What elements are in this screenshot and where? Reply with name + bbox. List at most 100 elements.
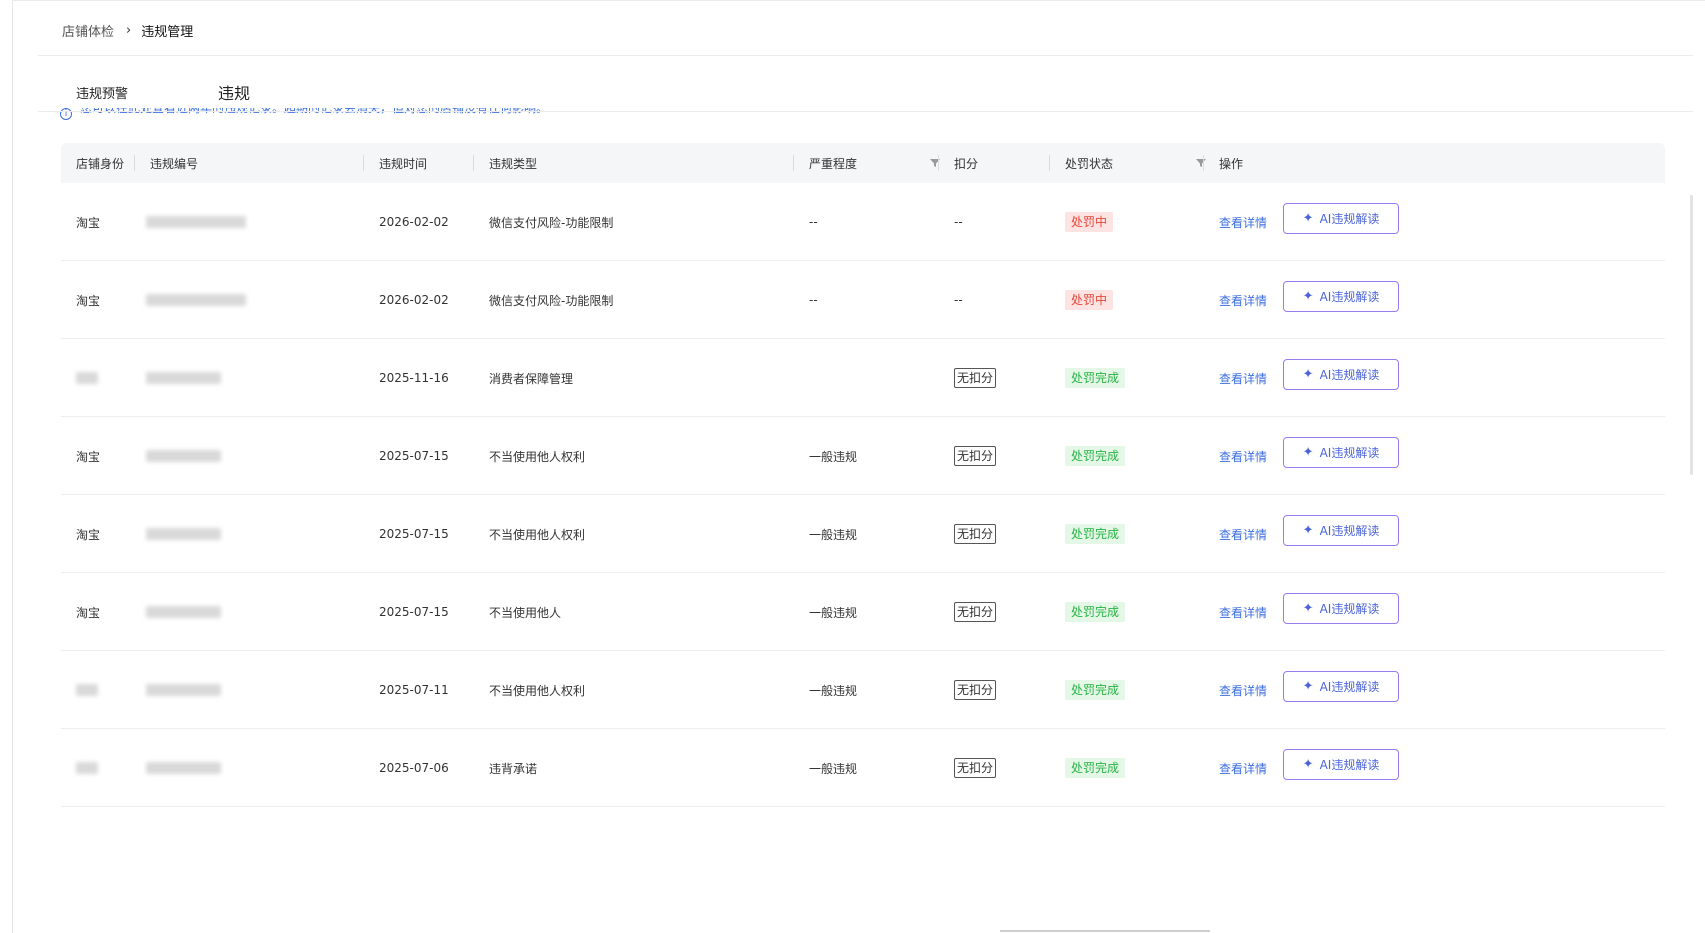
cell-type: 不当使用他人权利 bbox=[489, 449, 586, 464]
ai-interpret-button[interactable]: ✦ AI违规解读 bbox=[1283, 671, 1399, 702]
cell-type: 不当使用他人权利 bbox=[489, 527, 586, 542]
cell-violation-id bbox=[146, 261, 246, 339]
cell-shop: 淘宝 bbox=[76, 527, 101, 542]
ai-interpret-button[interactable]: ✦ AI违规解读 bbox=[1283, 593, 1399, 624]
view-detail-link[interactable]: 查看详情 bbox=[1219, 448, 1267, 465]
column-header-severity: 严重程度 bbox=[793, 143, 857, 183]
cell-severity: 一般违规 bbox=[809, 605, 858, 620]
cell-violation-id bbox=[146, 651, 221, 729]
vertical-scrollbar[interactable] bbox=[1690, 195, 1693, 475]
cell-time: 2026-02-02 bbox=[379, 293, 449, 307]
sparkle-icon: ✦ bbox=[1302, 523, 1314, 538]
view-detail-link[interactable]: 查看详情 bbox=[1219, 682, 1267, 699]
cell-violation-id bbox=[146, 573, 221, 651]
cell-deduction: 无扣分 bbox=[954, 417, 997, 495]
notice-banner: i 您可以在此处查看近两年的违规记录。超期的记录会消失，但对您的店铺没有任何影响… bbox=[60, 108, 548, 120]
cell-time: 2026-02-02 bbox=[379, 215, 449, 229]
ai-button-label: AI违规解读 bbox=[1319, 212, 1380, 226]
cell-deduction: -- bbox=[954, 293, 963, 307]
no-deduction-badge: 无扣分 bbox=[954, 368, 997, 388]
cell-violation-id bbox=[146, 495, 221, 573]
ai-interpret-button[interactable]: ✦ AI违规解读 bbox=[1283, 281, 1399, 312]
cell-status: 处罚完成 bbox=[1065, 573, 1126, 651]
column-header-time: 违规时间 bbox=[363, 143, 427, 183]
breadcrumb-current: 违规管理 bbox=[141, 24, 194, 40]
view-detail-link[interactable]: 查看详情 bbox=[1219, 292, 1267, 309]
ai-interpret-button[interactable]: ✦ AI违规解读 bbox=[1283, 515, 1399, 546]
cell-severity: 一般违规 bbox=[809, 449, 858, 464]
view-detail-link[interactable]: 查看详情 bbox=[1219, 760, 1267, 777]
breadcrumb-link-shop-check[interactable]: 店铺体检 bbox=[62, 21, 114, 40]
top-border bbox=[12, 0, 1705, 1]
ai-interpret-button[interactable]: ✦ AI违规解读 bbox=[1283, 437, 1399, 468]
cell-deduction: 无扣分 bbox=[954, 651, 997, 729]
redacted-id bbox=[146, 684, 221, 696]
view-detail-link[interactable]: 查看详情 bbox=[1219, 604, 1267, 621]
redacted-shop bbox=[76, 684, 98, 696]
cell-shop: 淘宝 bbox=[76, 605, 101, 620]
table-row: 淘宝 2025-07-15 不当使用他人 一般违规 无扣分 处罚完成 查看详情 ✦ AI违规解读 bbox=[61, 573, 1665, 651]
sparkle-icon: ✦ bbox=[1302, 679, 1314, 694]
table-row: 2025-11-16 消费者保障管理 无扣分 处罚完成 查看详情 ✦ AI违规解读 bbox=[61, 339, 1665, 417]
notice-text: 您可以在此处查看近两年的违规记录。超期的记录会消失，但对您的店铺没有任何影响。 bbox=[80, 108, 549, 115]
ai-interpret-button[interactable]: ✦ AI违规解读 bbox=[1283, 359, 1399, 390]
left-border bbox=[12, 0, 13, 933]
column-header-shop: 店铺身份 bbox=[76, 156, 125, 171]
ai-button-label: AI违规解读 bbox=[1319, 524, 1380, 538]
cell-actions: 查看详情 bbox=[1219, 651, 1267, 729]
view-detail-link[interactable]: 查看详情 bbox=[1219, 370, 1267, 387]
cell-time: 2025-07-15 bbox=[379, 449, 449, 463]
cell-status: 处罚完成 bbox=[1065, 417, 1126, 495]
cell-shop bbox=[76, 651, 98, 729]
table-row: 淘宝 2025-07-15 不当使用他人权利 一般违规 无扣分 处罚完成 查看详情 ✦ AI违规… bbox=[61, 495, 1665, 573]
table-row: 淘宝 2026-02-02 微信支付风险-功能限制 -- -- 处罚中 查看详情 ✦ AI违规解… bbox=[61, 183, 1665, 261]
view-detail-link[interactable]: 查看详情 bbox=[1219, 214, 1267, 231]
status-badge: 处罚中 bbox=[1065, 212, 1114, 232]
ai-interpret-button[interactable]: ✦ AI违规解读 bbox=[1283, 203, 1399, 234]
tab-violation-warning[interactable]: 违规预警 bbox=[76, 83, 128, 104]
cell-shop bbox=[76, 729, 98, 807]
redacted-id bbox=[146, 294, 246, 306]
cell-status: 处罚完成 bbox=[1065, 339, 1126, 417]
cell-time: 2025-07-11 bbox=[379, 683, 449, 697]
view-detail-link[interactable]: 查看详情 bbox=[1219, 526, 1267, 543]
cell-status: 处罚完成 bbox=[1065, 495, 1126, 573]
cell-status: 处罚中 bbox=[1065, 183, 1114, 261]
ai-button-label: AI违规解读 bbox=[1319, 602, 1380, 616]
no-deduction-badge: 无扣分 bbox=[954, 524, 997, 544]
breadcrumb-separator-icon: › bbox=[126, 22, 132, 38]
cell-type: 消费者保障管理 bbox=[489, 371, 574, 386]
redacted-id bbox=[146, 216, 246, 228]
cell-actions: 查看详情 bbox=[1219, 495, 1267, 573]
cell-shop: 淘宝 bbox=[76, 449, 101, 464]
cell-type: 微信支付风险-功能限制 bbox=[489, 215, 614, 230]
cell-severity: 一般违规 bbox=[809, 683, 858, 698]
cell-type: 违背承诺 bbox=[489, 761, 538, 776]
table-row: 淘宝 2025-07-15 不当使用他人权利 一般违规 无扣分 处罚完成 查看详情 ✦ AI违规… bbox=[61, 417, 1665, 495]
cell-deduction: -- bbox=[954, 215, 963, 229]
tab-violation[interactable]: 违规 bbox=[218, 80, 250, 104]
redacted-id bbox=[146, 450, 221, 462]
status-badge: 处罚完成 bbox=[1065, 524, 1126, 544]
sparkle-icon: ✦ bbox=[1302, 289, 1314, 304]
cell-type: 微信支付风险-功能限制 bbox=[489, 293, 614, 308]
cell-deduction: 无扣分 bbox=[954, 729, 997, 807]
no-deduction-badge: 无扣分 bbox=[954, 680, 997, 700]
column-header-id: 违规编号 bbox=[134, 143, 198, 183]
cell-shop bbox=[76, 339, 98, 417]
table-row: 淘宝 2026-02-02 微信支付风险-功能限制 -- -- 处罚中 查看详情 ✦ AI违规解… bbox=[61, 261, 1665, 339]
ai-button-label: AI违规解读 bbox=[1319, 758, 1380, 772]
sparkle-icon: ✦ bbox=[1302, 757, 1314, 772]
cell-status: 处罚完成 bbox=[1065, 729, 1126, 807]
cell-shop: 淘宝 bbox=[76, 293, 101, 308]
table-header: 店铺身份 违规编号 违规时间 违规类型 严重程度 扣分 处罚状态 操作 bbox=[61, 143, 1665, 183]
sparkle-icon: ✦ bbox=[1302, 211, 1314, 226]
redacted-shop bbox=[76, 372, 98, 384]
cell-violation-id bbox=[146, 183, 246, 261]
cell-severity: 一般违规 bbox=[809, 761, 858, 776]
status-filter-icon[interactable] bbox=[1196, 158, 1206, 168]
table-row: 2025-07-11 不当使用他人权利 一般违规 无扣分 处罚完成 查看详情 ✦ AI违规解读 bbox=[61, 651, 1665, 729]
ai-interpret-button[interactable]: ✦ AI违规解读 bbox=[1283, 749, 1399, 780]
cell-deduction: 无扣分 bbox=[954, 573, 997, 651]
cell-time: 2025-07-06 bbox=[379, 761, 449, 775]
